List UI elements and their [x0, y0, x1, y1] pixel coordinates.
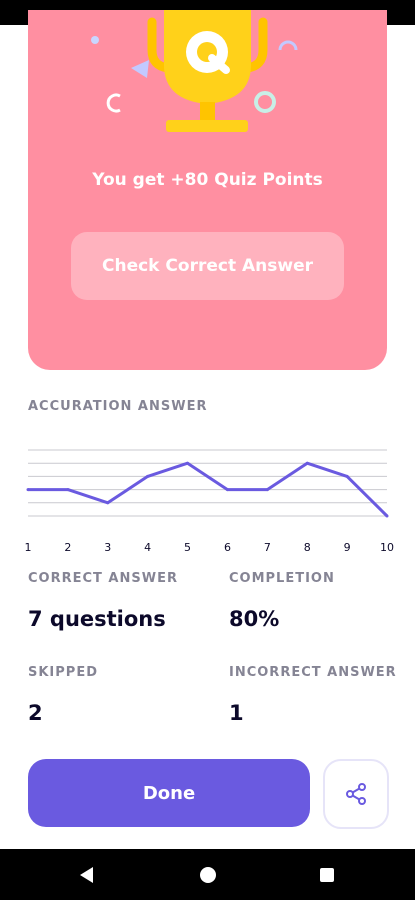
- chart-x-tick-label: 6: [224, 541, 231, 554]
- completion-value: 80%: [229, 607, 280, 631]
- chart-point: [186, 461, 190, 465]
- result-card: You get +80 Quiz Points Check Correct An…: [28, 10, 387, 370]
- skipped-value: 2: [28, 701, 43, 725]
- share-button[interactable]: [323, 759, 389, 829]
- accuracy-chart: 1 2 3 4 5 6 7 8 9 10: [25, 449, 394, 554]
- skipped-label: SKIPPED: [28, 665, 99, 680]
- share-icon: [346, 783, 366, 805]
- incorrect-answer-value: 1: [229, 701, 244, 725]
- back-triangle-icon: [80, 866, 93, 883]
- home-circle-icon: [200, 866, 216, 883]
- quiz-points-text: You get +80 Quiz Points: [92, 170, 323, 190]
- chart-point: [305, 461, 309, 465]
- chart-x-tick-label: 3: [104, 541, 111, 554]
- chart-x-tick-label: 10: [380, 541, 394, 554]
- correct-answer-value: 7 questions: [28, 607, 166, 631]
- nav-home-button[interactable]: [178, 849, 238, 900]
- chart-point: [146, 474, 150, 478]
- chart-point: [225, 488, 229, 492]
- chart-x-tick-label: 2: [64, 541, 71, 554]
- chart-point: [265, 488, 269, 492]
- incorrect-answer-label: INCORRECT ANSWER: [229, 665, 397, 680]
- navigation-bar: [0, 849, 415, 900]
- accuracy-label: ACCURATION ANSWER: [28, 399, 208, 414]
- done-button[interactable]: Done: [28, 759, 310, 827]
- trophy-icon: [91, 10, 298, 132]
- chart-x-tick-label: 4: [144, 541, 151, 554]
- chart-point: [345, 474, 349, 478]
- completion-label: COMPLETION: [229, 571, 335, 586]
- chart-point: [385, 514, 389, 518]
- chart-x-tick-label: 7: [264, 541, 271, 554]
- chart-x-tick-label: 1: [25, 541, 32, 554]
- chart-point: [106, 501, 110, 505]
- chart-x-tick-label: 9: [344, 541, 351, 554]
- nav-recents-button[interactable]: [297, 849, 357, 900]
- chart-x-tick-label: 5: [184, 541, 191, 554]
- recents-square-icon: [320, 867, 334, 882]
- chart-point: [66, 488, 70, 492]
- nav-back-button[interactable]: [57, 849, 117, 900]
- chart-x-tick-label: 8: [304, 541, 311, 554]
- chart-point: [26, 488, 30, 492]
- check-correct-answer-button[interactable]: Check Correct Answer: [71, 232, 344, 300]
- correct-answer-label: CORRECT ANSWER: [28, 571, 178, 586]
